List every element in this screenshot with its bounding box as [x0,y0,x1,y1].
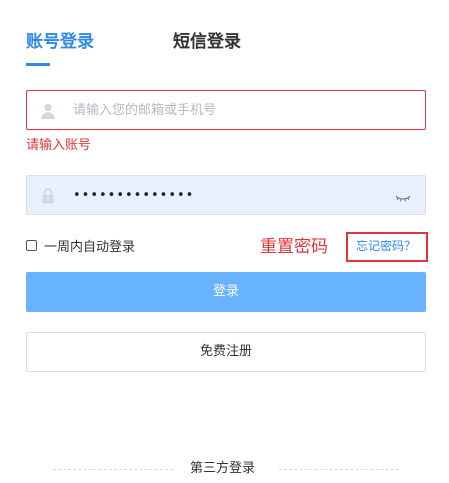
eye-closed-icon[interactable] [395,189,411,202]
password-input[interactable] [73,176,393,214]
divider-left [53,469,173,470]
account-error-message: 请输入账号 [26,138,92,153]
remember-me-checkbox[interactable] [26,240,37,251]
account-input[interactable] [73,91,393,129]
forgot-password-link[interactable]: 忘记密码？ [356,238,416,254]
register-button[interactable]: 免费注册 [26,332,426,372]
tab-account-login[interactable]: 账号登录 [26,30,94,54]
reset-password-annotation: 重置密码 [260,237,328,257]
active-tab-indicator [26,63,50,66]
account-field[interactable] [26,90,426,130]
login-panel: 账号登录 短信登录 请输入账号 [0,0,449,483]
divider-right [279,469,399,470]
lock-icon [39,187,57,205]
remember-me[interactable]: 一周内自动登录 [26,236,135,255]
third-party-login-label: 第三方登录 [190,461,256,476]
login-button[interactable]: 登录 [26,272,426,312]
password-field[interactable] [26,175,426,215]
user-icon [39,102,57,120]
tab-sms-login[interactable]: 短信登录 [173,30,241,54]
remember-me-label: 一周内自动登录 [44,240,136,255]
